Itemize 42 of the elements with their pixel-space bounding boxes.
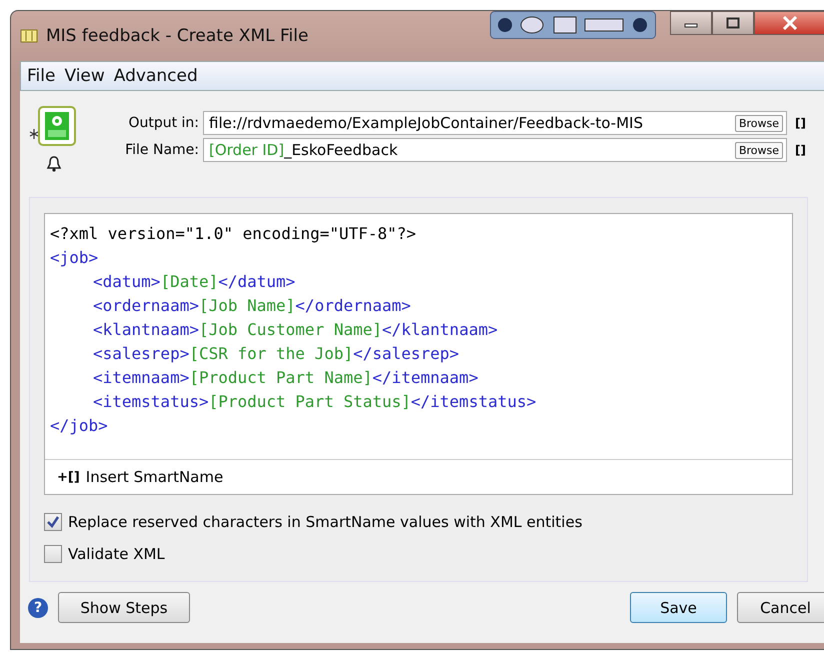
code-line: <itemnaam>[Product Part Name]</itemnaam> (92, 367, 480, 389)
checkbox-label: Replace reserved characters in SmartName values with XML entities (68, 513, 582, 531)
code-line: <klantnaam>[Job Customer Name]</klantnaam> (92, 319, 499, 341)
code-line: <datum>[Date]</datum> (92, 271, 296, 293)
browse-button[interactable]: Browse (734, 142, 783, 158)
bell-icon[interactable] (46, 155, 62, 173)
code-line: <ordernaam>[Job Name]</ordernaam> (92, 295, 412, 317)
menu-item[interactable]: Advanced (114, 66, 198, 86)
menu-item[interactable]: File (27, 66, 56, 86)
menu-item[interactable]: View (64, 66, 105, 86)
code-line: <itemstatus>[Product Part Status]</itemstatus> (92, 391, 538, 413)
maximize-button[interactable] (712, 11, 754, 35)
toolbar-icons-drawing[interactable] (490, 11, 656, 39)
checkmark-icon (46, 515, 60, 529)
code-line: <salesrep>[CSR for the Job]</salesrep> (92, 343, 460, 365)
code-line: <job> (50, 247, 100, 269)
smartname-button[interactable]: [] (791, 143, 810, 157)
help-icon[interactable]: ? (28, 598, 48, 618)
app-icon (20, 29, 38, 43)
smartname-button[interactable]: [] (791, 116, 810, 130)
checkbox-label: Validate XML (68, 545, 165, 563)
field-label: File Name: (124, 142, 199, 158)
save-button[interactable]: Save (630, 592, 727, 623)
browse-button[interactable]: Browse (734, 114, 783, 132)
path-field[interactable]: file://rdvmaedemo/ExampleJobContainer/Feedback-to-MIS Browse (203, 111, 787, 135)
xml-file-icon (29, 105, 79, 149)
checkbox[interactable] (44, 545, 62, 563)
path-field[interactable]: [Order ID]_EskoFeedback Browse (203, 138, 787, 162)
show-steps-button[interactable]: Show Steps (58, 592, 190, 623)
cancel-button[interactable]: Cancel (737, 592, 824, 623)
code-line: <?xml version="1.0" encoding="UTF-8"?> (50, 223, 418, 245)
close-icon (782, 16, 798, 30)
xml-editor[interactable] (44, 213, 793, 495)
code-line: </job> (50, 415, 109, 437)
field-label: Output in: (127, 115, 199, 131)
maximize-icon (726, 17, 740, 29)
close-button[interactable] (754, 11, 824, 35)
checkbox[interactable] (44, 513, 62, 531)
minimize-button[interactable] (670, 11, 712, 35)
insert-smartname-link[interactable]: Insert SmartName (86, 468, 224, 486)
insert-smartname-icon: +[] (57, 470, 80, 484)
window-title: MIS feedback - Create XML File (46, 26, 308, 46)
